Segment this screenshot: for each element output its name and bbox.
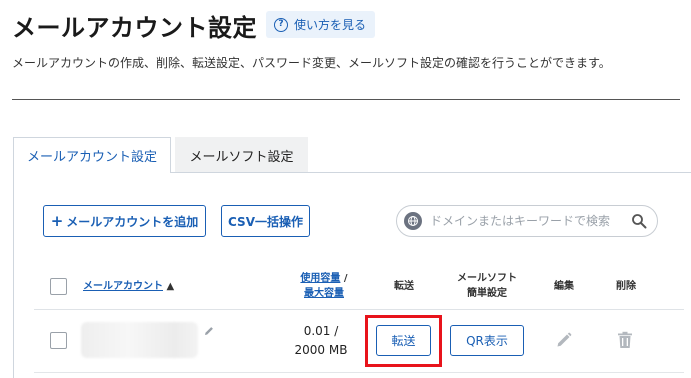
page-title: メールアカウント設定: [12, 14, 257, 42]
usage-sort-link[interactable]: 使用容量: [300, 273, 340, 284]
table-header-divider: [34, 309, 684, 310]
pencil-icon[interactable]: [555, 331, 573, 349]
row-checkbox[interactable]: [50, 332, 67, 349]
usage-used: 0.01 /: [303, 324, 339, 338]
column-header-edit: 編集: [554, 281, 574, 292]
search-box: [396, 205, 658, 237]
sort-asc-indicator: ▲: [166, 281, 175, 292]
mailsoft-header-line1: メールソフト: [457, 273, 517, 284]
usage-separator: /: [340, 273, 348, 284]
search-input[interactable]: [430, 214, 631, 228]
page-description: メールアカウントの作成、削除、転送設定、パスワード変更、メールソフト設定の確認を…: [12, 56, 611, 70]
column-header-mailsoft: メールソフト 簡単設定: [447, 271, 527, 301]
column-header-account[interactable]: メールアカウント ▲: [83, 279, 174, 294]
highlight-frame: [365, 315, 442, 367]
max-capacity-sort-link[interactable]: 最大容量: [304, 288, 344, 299]
qr-display-button[interactable]: QR表示: [450, 325, 524, 356]
header-divider: [12, 99, 680, 100]
howto-label: 使い方を見る: [294, 18, 367, 32]
csv-bulk-button[interactable]: CSV一括操作: [221, 205, 310, 237]
select-all-checkbox[interactable]: [50, 278, 67, 295]
account-name-redacted: [81, 322, 198, 358]
row-divider: [34, 372, 684, 373]
plus-icon: +: [50, 211, 64, 230]
column-header-usage[interactable]: 使用容量 / 最大容量: [288, 271, 360, 301]
tab-mail-software-settings[interactable]: メールソフト設定: [175, 137, 308, 173]
globe-icon[interactable]: [404, 212, 422, 230]
account-sort-link[interactable]: メールアカウント: [83, 281, 163, 292]
mailsoft-header-line2: 簡単設定: [467, 288, 507, 299]
column-header-forward: 転送: [394, 281, 414, 292]
trash-icon[interactable]: [617, 331, 633, 349]
howto-button[interactable]: ? 使い方を見る: [266, 11, 376, 38]
tab-mail-account-settings[interactable]: メールアカウント設定: [13, 137, 171, 173]
add-mail-account-button[interactable]: + メールアカウントを追加: [43, 205, 206, 237]
usage-max: 2000 MB: [294, 343, 348, 358]
pencil-icon[interactable]: [203, 325, 215, 337]
add-mail-account-label: メールアカウントを追加: [66, 214, 199, 229]
magnifier-icon[interactable]: [631, 213, 647, 229]
question-circle-icon: ?: [274, 17, 288, 32]
usage-value: 0.01 / 2000 MB: [282, 322, 360, 360]
column-header-delete: 削除: [616, 281, 636, 292]
